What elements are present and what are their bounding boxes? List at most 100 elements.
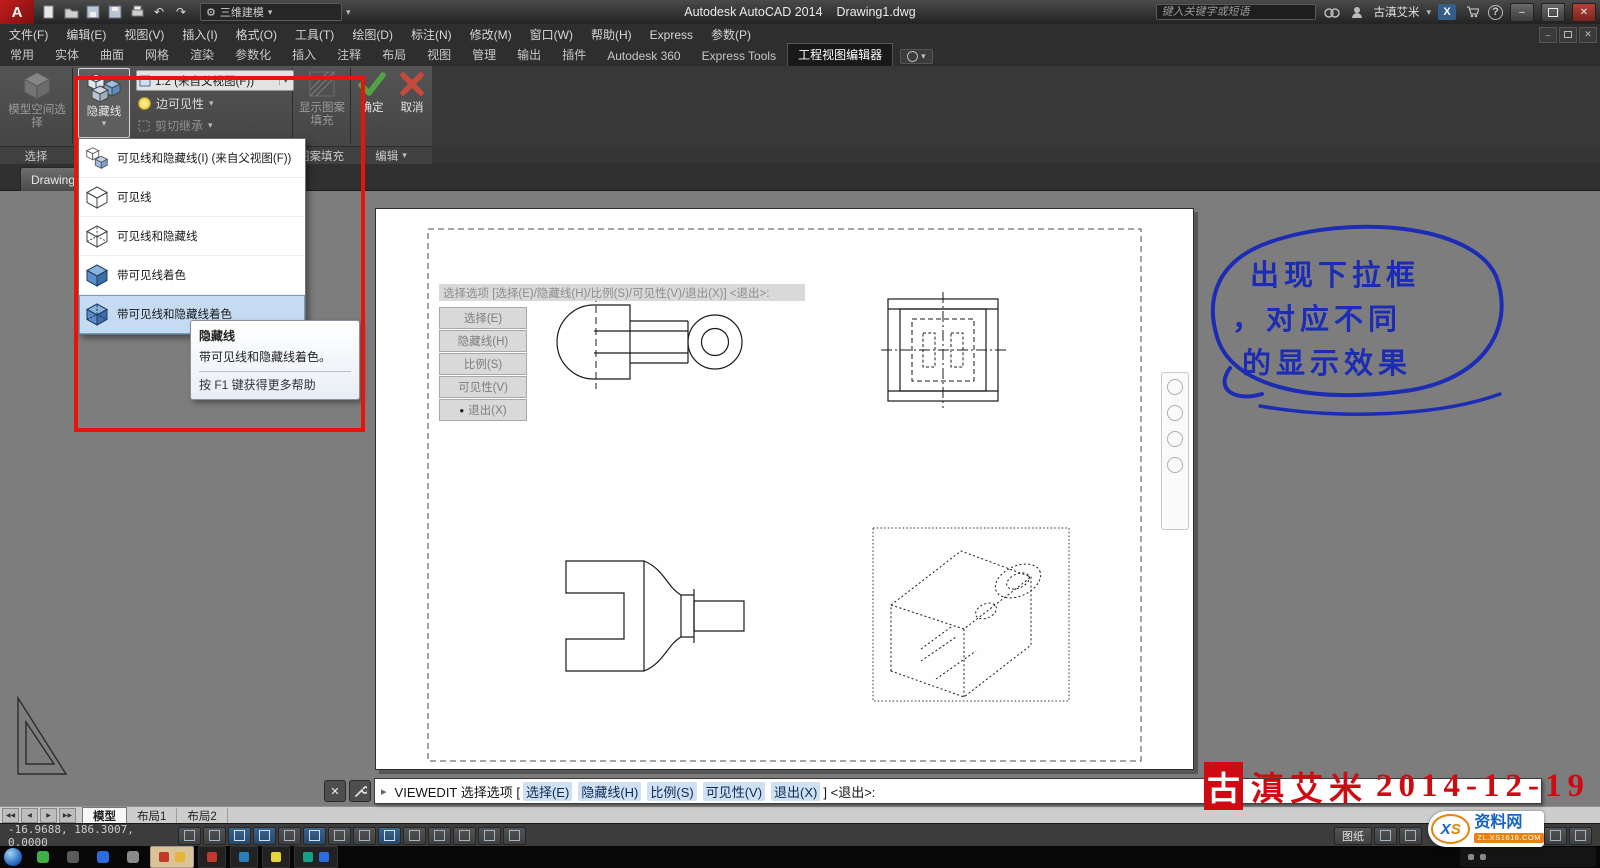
edge-visibility-dropdown[interactable]: 边可见性 ▾ <box>138 95 214 112</box>
menu-item-visible-and-hidden-lines[interactable]: 可见线和隐藏线 <box>79 217 305 256</box>
taskbar-window[interactable] <box>262 846 290 868</box>
quick-view-drawings-icon[interactable] <box>1399 827 1422 845</box>
dynamic-ucs-icon[interactable] <box>378 827 401 845</box>
menu-modify[interactable]: 修改(M) <box>461 24 521 45</box>
menu-edit[interactable]: 编辑(E) <box>57 24 115 45</box>
tab-model[interactable]: 模型 <box>82 807 127 824</box>
binoculars-search-icon[interactable] <box>1323 4 1341 20</box>
tab-autodesk360[interactable]: Autodesk 360 <box>597 47 690 66</box>
new-file-icon[interactable] <box>40 4 58 20</box>
menu-view[interactable]: 视图(V) <box>115 24 173 45</box>
next-layout-icon[interactable]: ▶ <box>40 808 57 823</box>
lineweight-icon[interactable] <box>428 827 451 845</box>
tab-home[interactable]: 常用 <box>0 44 44 66</box>
option-visibility[interactable]: 可见性(V) <box>439 376 527 398</box>
menu-format[interactable]: 格式(O) <box>227 24 286 45</box>
exchange-apps-icon[interactable]: X <box>1438 4 1456 20</box>
close-button[interactable]: ✕ <box>1572 3 1596 22</box>
navigation-bar[interactable] <box>1161 372 1189 530</box>
tab-annotate[interactable]: 注释 <box>327 44 371 66</box>
last-layout-icon[interactable]: ▶▶ <box>59 808 76 823</box>
save-as-icon[interactable] <box>106 4 124 20</box>
option-scale[interactable]: 比例(S) <box>439 353 527 375</box>
grid-display-icon[interactable] <box>228 827 251 845</box>
taskbar-item[interactable] <box>60 848 86 866</box>
restore-button[interactable] <box>1541 3 1565 22</box>
tab-plugins[interactable]: 插件 <box>552 44 596 66</box>
menu-file[interactable]: 文件(F) <box>0 24 57 45</box>
hidden-lines-split-button[interactable]: 隐藏线 ▾ <box>78 68 130 138</box>
tab-express-tools[interactable]: Express Tools <box>692 47 786 66</box>
command-key-scale[interactable]: 比例(S) <box>647 782 696 801</box>
tab-insert[interactable]: 插入 <box>282 44 326 66</box>
help-icon[interactable]: ? <box>1488 5 1503 20</box>
dynamic-input-icon[interactable] <box>403 827 426 845</box>
command-key-select[interactable]: 选择(E) <box>523 782 572 801</box>
menu-tools[interactable]: 工具(T) <box>286 24 343 45</box>
save-icon[interactable] <box>84 4 102 20</box>
tab-layout[interactable]: 布局 <box>372 44 416 66</box>
undo-icon[interactable]: ↶ <box>150 4 168 20</box>
start-orb-icon[interactable] <box>4 848 22 866</box>
option-select[interactable]: 选择(E) <box>439 307 527 329</box>
taskbar-window[interactable] <box>294 846 338 868</box>
menu-dimension[interactable]: 标注(N) <box>402 24 461 45</box>
first-layout-icon[interactable]: ◀◀ <box>2 808 19 823</box>
menu-item-visible-lines[interactable]: 可见线 <box>79 178 305 217</box>
object-snap-tracking-icon[interactable] <box>353 827 376 845</box>
menu-express[interactable]: Express <box>641 24 702 45</box>
signin-user[interactable]: 古滇艾米 <box>1373 4 1419 20</box>
taskbar-item[interactable] <box>120 848 146 866</box>
steering-wheel-icon[interactable] <box>1167 379 1183 395</box>
search-input[interactable] <box>1156 4 1316 20</box>
minimize-button[interactable]: – <box>1510 3 1534 22</box>
tab-layout2[interactable]: 布局2 <box>177 808 227 823</box>
view-scale-combo[interactable]: 1:2 (来自父视图(F)) ▾ <box>136 70 294 91</box>
tab-render[interactable]: 渲染 <box>180 44 224 66</box>
command-key-visibility[interactable]: 可见性(V) <box>703 782 765 801</box>
tab-surface[interactable]: 曲面 <box>90 44 134 66</box>
menu-parametric[interactable]: 参数(P) <box>702 24 760 45</box>
redo-icon[interactable]: ↷ <box>172 4 190 20</box>
command-key-hidden[interactable]: 隐藏线(H) <box>578 782 641 801</box>
prev-layout-icon[interactable]: ◀ <box>21 808 38 823</box>
3d-object-snap-icon[interactable] <box>328 827 351 845</box>
plot-icon[interactable] <box>128 4 146 20</box>
close-command-icon[interactable]: ✕ <box>324 780 346 802</box>
menu-draw[interactable]: 绘图(D) <box>343 24 402 45</box>
taskbar-item[interactable] <box>90 848 116 866</box>
command-key-exit[interactable]: 退出(X) <box>771 782 820 801</box>
clean-screen-icon[interactable] <box>1569 827 1592 845</box>
tab-solid[interactable]: 实体 <box>45 44 89 66</box>
layout-paper[interactable]: 选择选项 [选择(E)/隐藏线(H)/比例(S)/可见性(V)/退出(X)] <… <box>375 208 1194 770</box>
user-menu-caret-icon[interactable]: ▾ <box>1426 8 1431 17</box>
wrench-icon[interactable] <box>349 780 371 802</box>
menu-window[interactable]: 窗口(W) <box>521 24 582 45</box>
menu-insert[interactable]: 插入(I) <box>173 24 226 45</box>
tab-view[interactable]: 视图 <box>417 44 461 66</box>
polar-tracking-icon[interactable] <box>278 827 301 845</box>
mdi-restore-icon[interactable] <box>1559 27 1577 43</box>
ribbon-options-button[interactable]: ▾ <box>900 49 933 64</box>
workspace-switcher[interactable]: ⚙ 三维建模 ▾ <box>200 3 342 21</box>
taskbar-window[interactable] <box>230 846 258 868</box>
taskbar-item[interactable] <box>30 848 56 866</box>
object-snap-icon[interactable] <box>303 827 326 845</box>
tab-drawing-view-editor[interactable]: 工程视图编辑器 <box>787 43 893 66</box>
tab-output[interactable]: 输出 <box>507 44 551 66</box>
taskbar-window[interactable] <box>198 846 226 868</box>
mdi-close-icon[interactable]: ✕ <box>1579 27 1597 43</box>
snap-mode-icon[interactable] <box>203 827 226 845</box>
tab-manage[interactable]: 管理 <box>462 44 506 66</box>
cart-icon[interactable] <box>1463 4 1481 20</box>
tab-parametric[interactable]: 参数化 <box>225 44 281 66</box>
tab-layout1[interactable]: 布局1 <box>127 808 177 823</box>
option-hidden-lines[interactable]: 隐藏线(H) <box>439 330 527 352</box>
tab-mesh[interactable]: 网格 <box>135 44 179 66</box>
quick-view-layouts-icon[interactable] <box>1374 827 1397 845</box>
taskbar-window-active[interactable] <box>150 846 194 868</box>
cancel-button[interactable]: 取消 <box>394 70 430 115</box>
selection-cycling-icon[interactable] <box>478 827 501 845</box>
orbit-icon[interactable] <box>1167 457 1183 473</box>
panel-edit-label[interactable]: 编辑▾ <box>350 147 432 164</box>
